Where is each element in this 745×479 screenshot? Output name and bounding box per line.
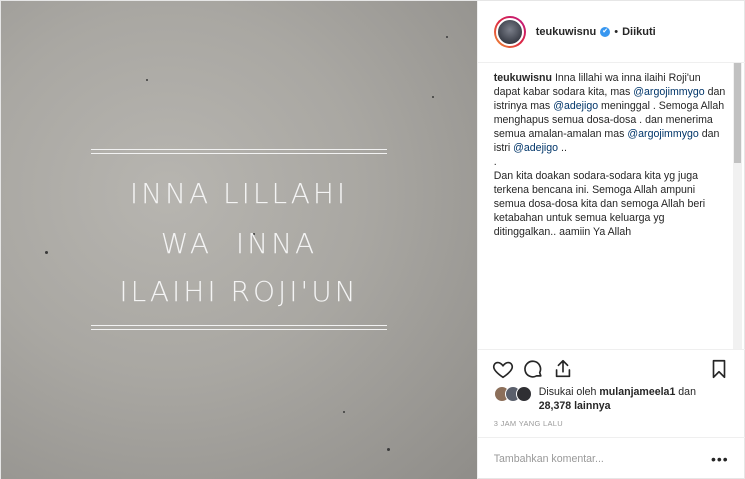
quote-line-1: INNA LILLAHI — [129, 177, 349, 210]
avatar-photo — [495, 17, 524, 46]
image-speck — [343, 411, 345, 413]
liker-username-link[interactable]: mulanjameela1 — [599, 386, 675, 398]
mention-link[interactable]: @adejigo — [553, 100, 598, 112]
likes-count-link[interactable]: 28,378 — [539, 400, 571, 412]
caption-paragraph-2: . — [493, 156, 497, 168]
post-caption: teukuwisnu Inna lillahi wa inna ilaihi R… — [494, 71, 726, 239]
quote-line-2: WA INNA — [160, 227, 318, 260]
likes-text: Disukai oleh mulanjameela1 dan 28,378 la… — [539, 385, 696, 413]
likes-connector: dan — [675, 386, 696, 398]
bottom-double-rule — [91, 325, 387, 330]
action-bar — [477, 349, 745, 385]
share-icon[interactable] — [552, 358, 574, 380]
caption-paragraph-1: teukuwisnu Inna lillahi wa inna ilaihi R… — [494, 71, 726, 155]
caption-username[interactable]: teukuwisnu — [494, 72, 552, 84]
instagram-post: INNA LILLAHI WA INNA ILAIHI ROJI'UN teuk… — [0, 0, 745, 479]
avatar[interactable] — [493, 15, 526, 48]
post-timestamp[interactable]: 3 JAM YANG LALU — [494, 419, 563, 428]
scrollbar-thumb[interactable] — [734, 63, 741, 163]
mention-link[interactable]: @argojimmygo — [627, 128, 698, 140]
image-speck — [446, 36, 448, 38]
caption-paragraph-3: Dan kita doakan sodara-sodara kita yg ju… — [493, 170, 706, 238]
header-separator: • — [614, 25, 619, 38]
post-sidebar: teukuwisnu ✔ • Diikuti teukuwisnu Inna l… — [476, 1, 745, 479]
top-double-rule — [91, 149, 387, 154]
image-speck — [387, 448, 390, 451]
verified-badge-icon: ✔ — [600, 26, 611, 37]
comment-icon[interactable] — [522, 358, 544, 380]
post-image[interactable]: INNA LILLAHI WA INNA ILAIHI ROJI'UN — [1, 1, 477, 479]
liker-avatars[interactable] — [493, 386, 532, 402]
image-speck — [432, 96, 434, 98]
liker-avatar — [515, 386, 532, 402]
mention-link[interactable]: @argojimmygo — [633, 86, 704, 98]
caption-scrollbar[interactable] — [733, 63, 742, 349]
image-speck — [146, 79, 148, 81]
likes-summary: Disukai oleh mulanjameela1 dan 28,378 la… — [493, 385, 734, 413]
more-options-icon[interactable]: ••• — [711, 451, 729, 467]
comment-input[interactable] — [493, 453, 711, 465]
likes-suffix[interactable]: lainnya — [571, 400, 611, 412]
bookmark-icon[interactable] — [708, 358, 730, 380]
quote-line-3: ILAIHI ROJI'UN — [119, 275, 359, 308]
likes-prefix: Disukai oleh — [538, 386, 600, 398]
heart-icon[interactable] — [492, 358, 514, 380]
post-header: teukuwisnu ✔ • Diikuti — [477, 1, 745, 63]
caption-text: .. — [558, 142, 567, 154]
header-username[interactable]: teukuwisnu — [536, 26, 597, 38]
follow-status-button[interactable]: Diikuti — [622, 26, 656, 38]
image-speck — [45, 251, 48, 254]
comment-box: ••• — [477, 437, 745, 479]
mention-link[interactable]: @adejigo — [513, 142, 558, 154]
